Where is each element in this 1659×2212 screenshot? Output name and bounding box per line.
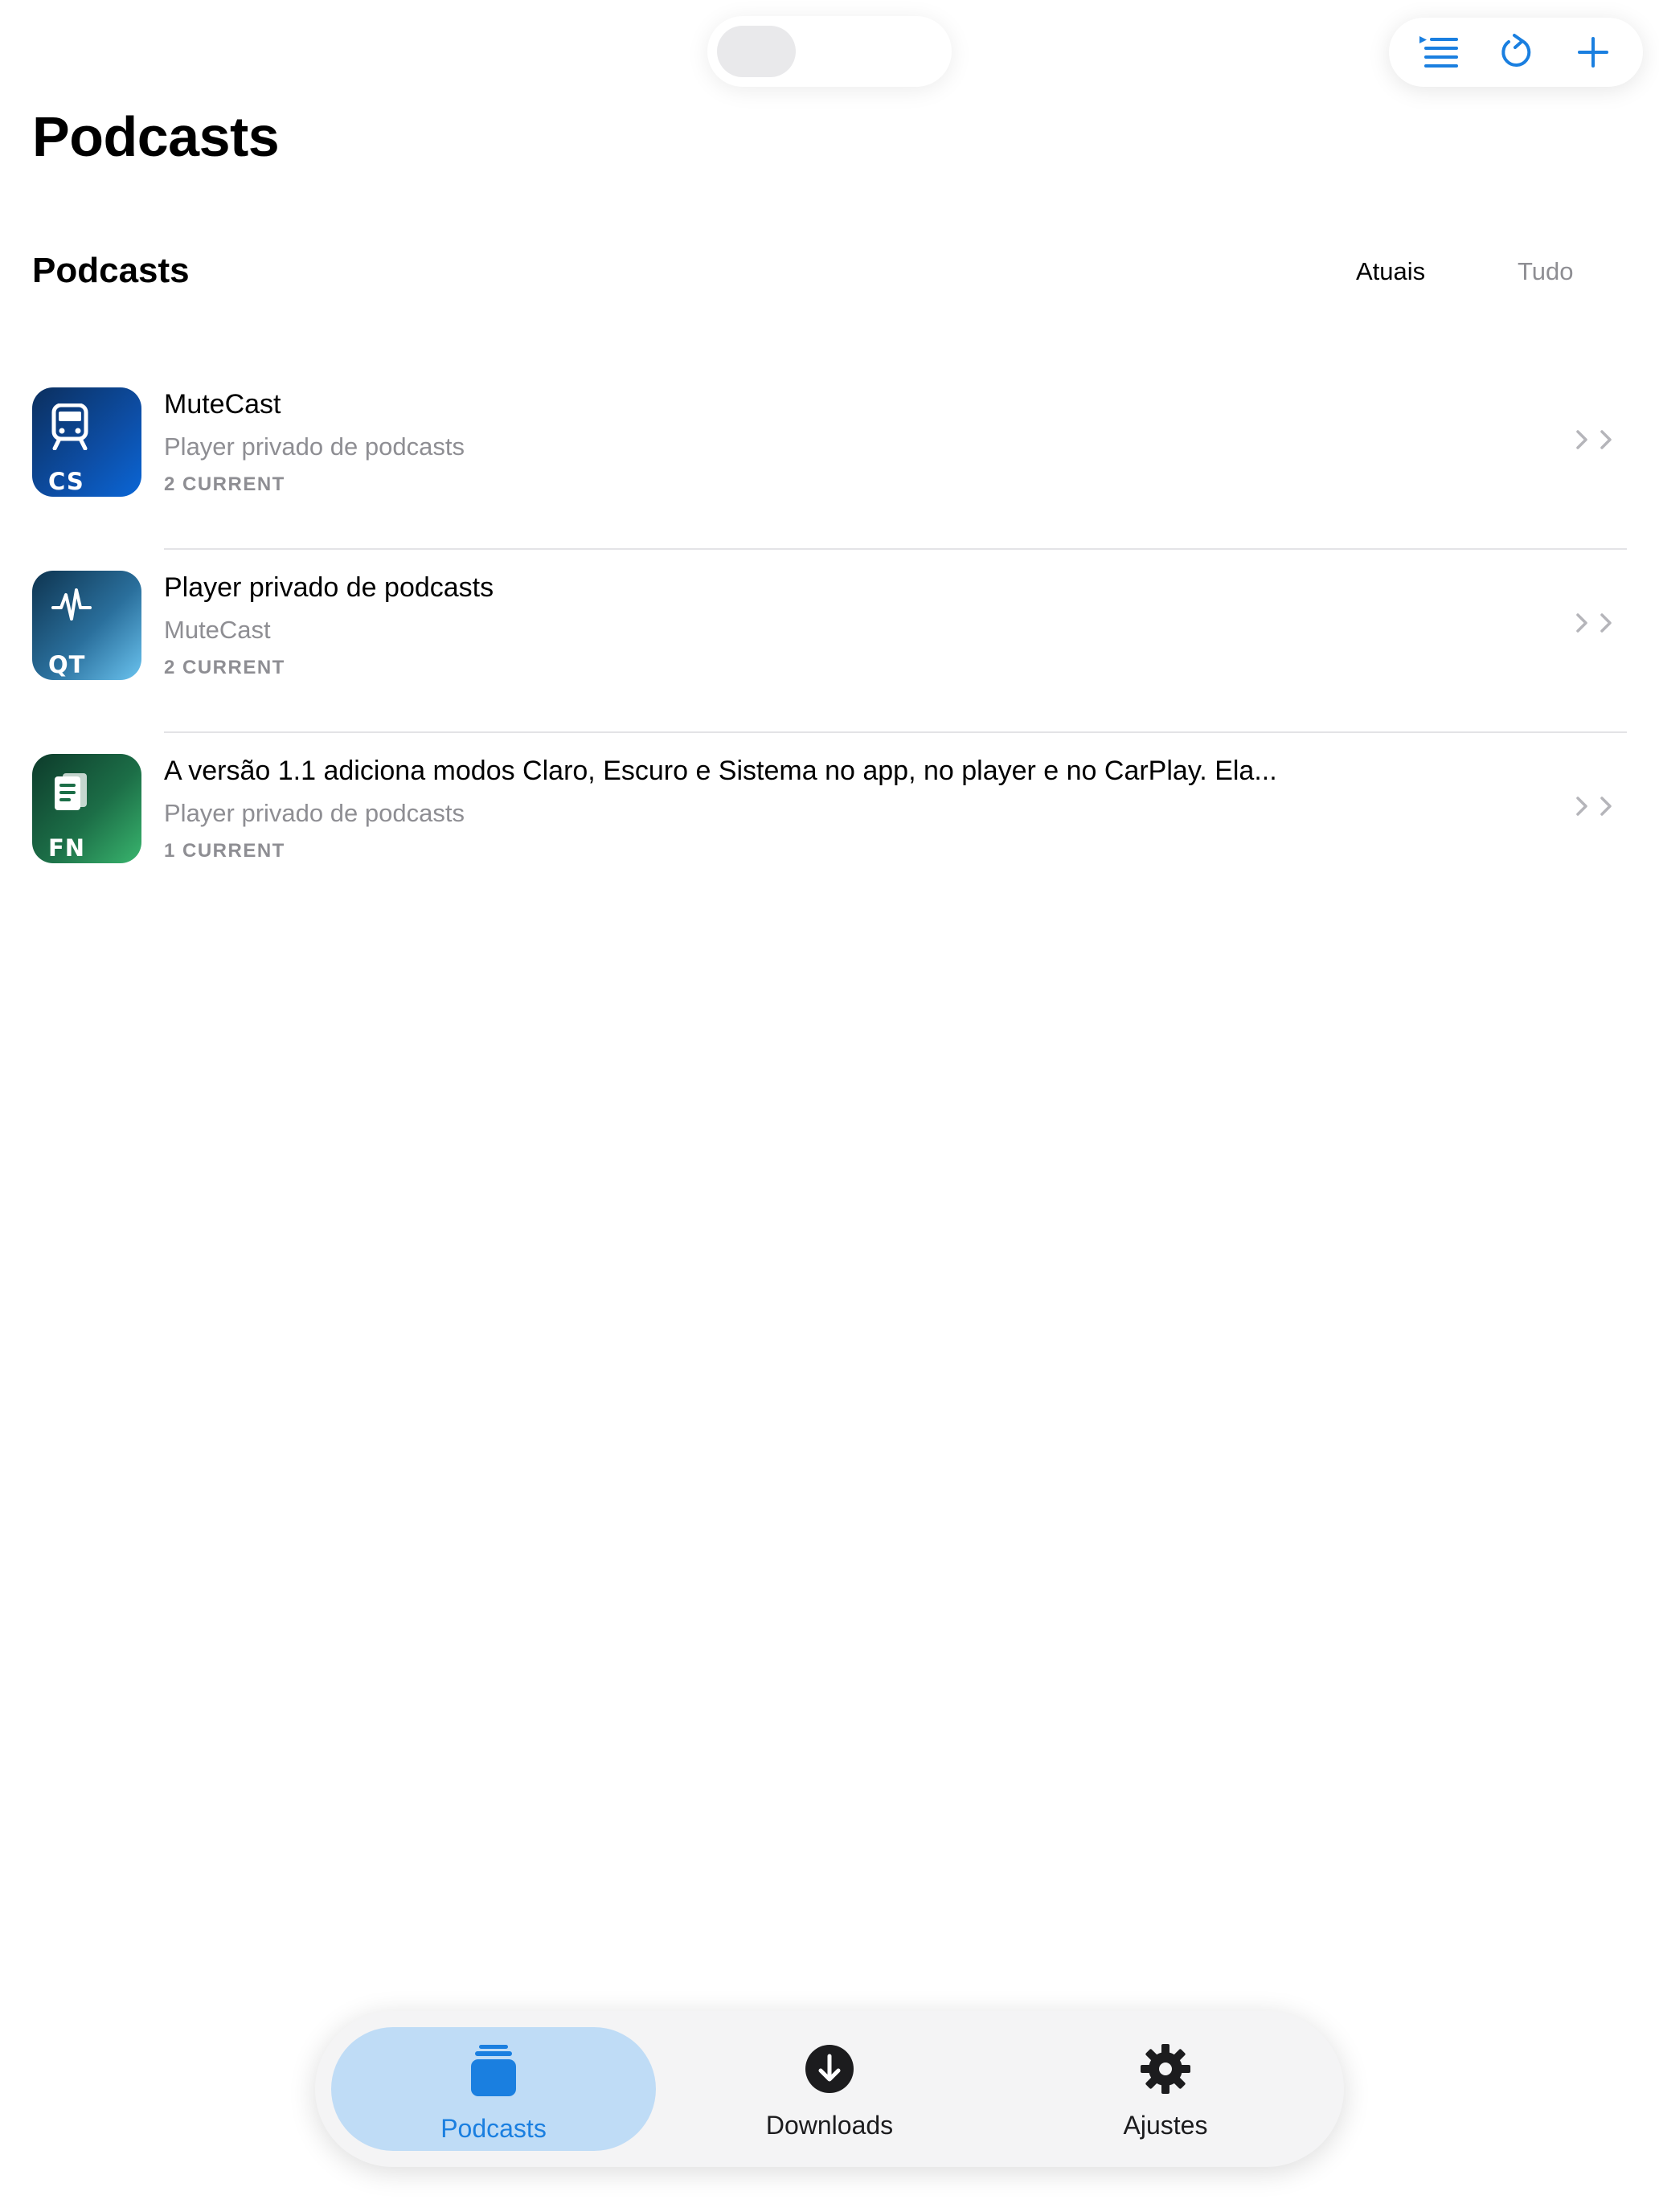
disclosure-chevrons (1574, 426, 1625, 458)
artwork-abbreviation: CS (48, 468, 84, 495)
disclosure-chevrons (1574, 793, 1625, 825)
tab-downloads[interactable]: Downloads (667, 2027, 992, 2151)
podcasts-screen: Podcasts Podcasts Atuais Tudo CS MuteCas… (0, 0, 1659, 2212)
download-circle-icon (804, 2043, 855, 2099)
podcast-title: MuteCast (164, 389, 281, 420)
podcast-subtitle: MuteCast (164, 616, 271, 644)
podcast-meta: 2 CURRENT (164, 473, 285, 495)
tab-label: Ajustes (1123, 2111, 1208, 2140)
page-title: Podcasts (32, 105, 280, 168)
podcast-meta: 2 CURRENT (164, 657, 285, 678)
document-icon (51, 770, 90, 817)
podcast-artwork: QT (32, 571, 141, 680)
tab-ajustes[interactable]: Ajustes (1003, 2027, 1328, 2151)
chevron-right-icon (1598, 426, 1614, 458)
stack-icon (468, 2043, 519, 2103)
multitasking-pill[interactable] (707, 16, 952, 87)
queue-list-icon (1418, 35, 1460, 70)
chevron-right-icon (1598, 609, 1614, 641)
gear-icon (1140, 2043, 1191, 2099)
podcast-list: CS MuteCast Player privado de podcasts 2… (0, 367, 1659, 916)
top-toolbar (1389, 18, 1643, 87)
podcast-row[interactable]: QT Player privado de podcasts MuteCast 2… (0, 550, 1659, 733)
artwork-abbreviation: FN (48, 834, 86, 862)
waveform-icon (51, 587, 92, 628)
podcast-artwork: FN (32, 754, 141, 863)
podcast-row[interactable]: FN A versão 1.1 adiciona modos Claro, Es… (0, 733, 1659, 916)
artwork-abbreviation: QT (48, 651, 86, 678)
chevron-right-icon (1574, 426, 1590, 458)
tab-podcasts[interactable]: Podcasts (331, 2027, 656, 2151)
podcast-title: Player privado de podcasts (164, 572, 494, 603)
pill-knob (717, 26, 796, 77)
podcast-title: A versão 1.1 adiciona modos Claro, Escur… (164, 756, 1277, 786)
add-button[interactable] (1565, 24, 1621, 80)
refresh-button[interactable] (1488, 24, 1544, 80)
section-header: Podcasts Atuais Tudo (32, 248, 1627, 296)
disclosure-chevrons (1574, 609, 1625, 641)
train-icon (51, 403, 88, 454)
segment-atuais[interactable]: Atuais (1356, 257, 1425, 286)
podcast-meta: 1 CURRENT (164, 840, 285, 862)
podcast-subtitle: Player privado de podcasts (164, 799, 465, 827)
chevron-right-icon (1598, 793, 1614, 825)
refresh-icon (1498, 33, 1534, 72)
queue-button[interactable] (1411, 24, 1467, 80)
podcast-artwork: CS (32, 387, 141, 497)
podcast-subtitle: Player privado de podcasts (164, 432, 465, 461)
segment-tudo[interactable]: Tudo (1518, 257, 1574, 286)
section-title: Podcasts (32, 251, 190, 290)
podcast-row[interactable]: CS MuteCast Player privado de podcasts 2… (0, 367, 1659, 550)
chevron-right-icon (1574, 609, 1590, 641)
tab-label: Downloads (765, 2111, 894, 2140)
add-icon (1576, 35, 1610, 69)
chevron-right-icon (1574, 793, 1590, 825)
tab-label: Podcasts (440, 2114, 547, 2143)
tab-bar: Podcasts Downloads Ajustes (315, 2011, 1344, 2167)
